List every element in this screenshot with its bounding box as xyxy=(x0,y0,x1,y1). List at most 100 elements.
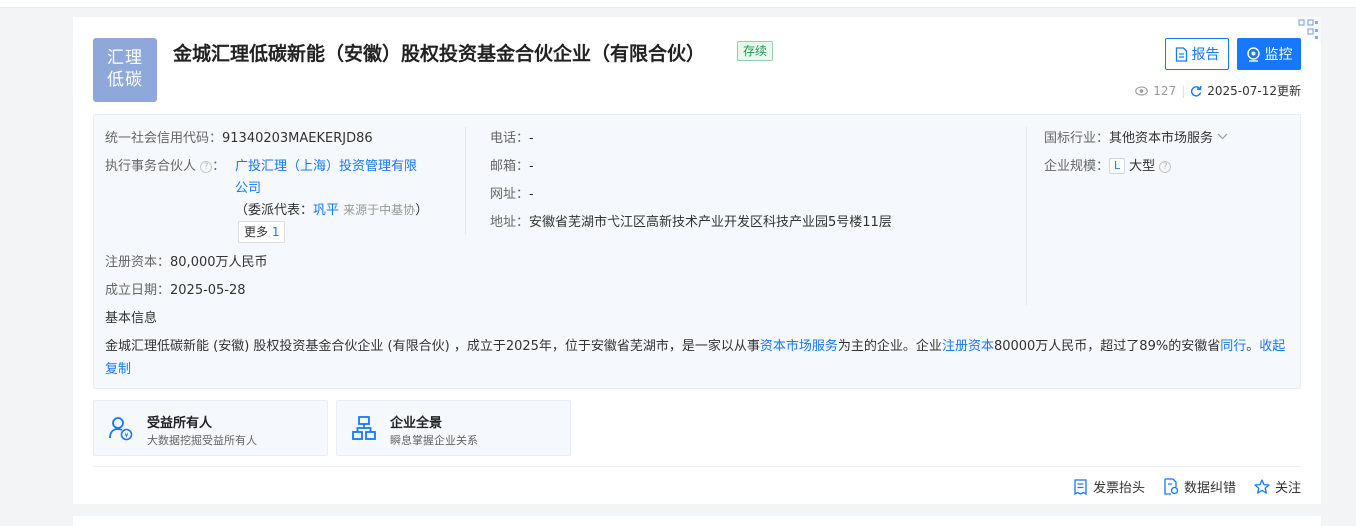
org-chart-icon xyxy=(352,416,376,440)
feature-title: 企业全景 xyxy=(390,416,443,431)
capital-label: 注册资本： xyxy=(105,255,171,270)
monitor-button[interactable]: 监控 xyxy=(1237,38,1301,70)
email-value: - xyxy=(529,159,534,174)
address-label: 地址： xyxy=(490,215,530,230)
bottom-actions: 发票抬头 数据纠错 关注 xyxy=(1073,477,1301,496)
rep-source: 来源于中基协 xyxy=(343,203,416,217)
star-icon xyxy=(1254,479,1270,494)
partner-label: 执行事务合伙人 xyxy=(105,159,197,174)
monitor-icon xyxy=(1246,46,1260,62)
partner-name-line1[interactable]: 广投汇理（上海）投资管理有限 xyxy=(235,155,417,174)
credit-code-value: 91340203MAEKERJD86 xyxy=(222,131,373,146)
invoice-icon xyxy=(1074,478,1087,495)
basic-info-heading: 基本信息 xyxy=(105,311,158,326)
desc-text-4: 。 xyxy=(1246,339,1260,354)
beneficiary-icon: ¥ xyxy=(109,417,133,441)
section-divider xyxy=(93,466,1301,467)
partner-link-line1[interactable]: 广投汇理（上海）投资管理有限 xyxy=(235,159,417,174)
info-panel: 统一社会信用代码：91340203MAEKERJD86 执行事务合伙人 ?： 广… xyxy=(93,114,1301,389)
desc-text-2: 为主的企业。企业 xyxy=(837,339,942,354)
chevron-down-icon[interactable] xyxy=(1217,133,1228,140)
industry-row[interactable]: 国标行业：其他资本市场服务 xyxy=(1044,127,1228,146)
rep-suffix: ） xyxy=(415,203,429,218)
feature-subtitle: 大数据挖掘受益所有人 xyxy=(147,434,257,447)
correction-action[interactable]: 数据纠错 xyxy=(1163,477,1236,496)
help-icon[interactable]: ? xyxy=(200,161,213,173)
website-label: 网址： xyxy=(490,187,530,202)
desc-link-capital[interactable]: 注册资本 xyxy=(942,339,994,354)
feature-subtitle: 瞬息掌握企业关系 xyxy=(390,434,478,447)
more-partners-button[interactable]: 更多 1 xyxy=(238,221,286,243)
report-button-label: 报告 xyxy=(1191,47,1220,63)
company-description: 金城汇理低碳新能 (安徽) 股权投资基金合伙企业 (有限合伙) ，成立于2025… xyxy=(105,335,1291,381)
column-divider-1 xyxy=(465,127,466,235)
phone-label: 电话： xyxy=(490,131,530,146)
date-value: 2025-05-28 xyxy=(170,283,246,298)
monitor-button-label: 监控 xyxy=(1264,47,1293,63)
copy-link[interactable]: 复制 xyxy=(105,362,131,377)
scale-badge: L xyxy=(1109,158,1126,174)
rep-name-link[interactable]: 巩平 xyxy=(313,203,339,218)
credit-code-row: 统一社会信用代码：91340203MAEKERJD86 xyxy=(105,127,373,146)
phone-value: - xyxy=(529,131,534,146)
partner-row: 执行事务合伙人 ?： xyxy=(105,159,226,174)
date-label: 成立日期： xyxy=(105,283,171,298)
invoice-action[interactable]: 发票抬头 xyxy=(1073,477,1145,496)
update-date: 2025-07-12更新 xyxy=(1207,84,1301,98)
desc-link-industry[interactable]: 资本市场服务 xyxy=(760,339,838,354)
basic-info-title: 基本信息 xyxy=(105,307,157,326)
email-row: 邮箱：- xyxy=(490,155,534,174)
logo-line-2: 低碳 xyxy=(107,70,143,90)
follow-label: 关注 xyxy=(1274,481,1301,496)
more-count: 1 xyxy=(271,225,280,239)
company-name: 金城汇理低碳新能（安徽）股权投资基金合伙企业（有限合伙） xyxy=(173,43,706,65)
feature-beneficiary[interactable]: ¥ 受益所有人 大数据挖掘受益所有人 xyxy=(93,400,328,456)
capital-row: 注册资本：80,000万人民币 xyxy=(105,251,268,270)
company-logo: 汇理 低碳 xyxy=(93,38,157,102)
collapse-link[interactable]: 收起 xyxy=(1259,339,1285,354)
rep-prefix: （委派代表： xyxy=(235,203,314,218)
view-count: 127 xyxy=(1153,83,1177,98)
desc-link-peers[interactable]: 同行 xyxy=(1220,339,1246,354)
address-value: 安徽省芜湖市弋江区高新技术产业开发区科技产业园5号楼11层 xyxy=(529,215,892,230)
invoice-label: 发票抬头 xyxy=(1092,481,1145,496)
date-row: 成立日期：2025-05-28 xyxy=(105,279,246,298)
refresh-icon xyxy=(1191,85,1202,96)
svg-text:¥: ¥ xyxy=(124,432,129,440)
data-correction-icon xyxy=(1164,478,1179,495)
credit-code-label: 统一社会信用代码： xyxy=(105,131,223,146)
status-badge: 存续 xyxy=(737,41,774,61)
phone-row: 电话：- xyxy=(490,127,534,146)
website-value: - xyxy=(529,187,534,202)
capital-value: 80,000万人民币 xyxy=(170,255,268,270)
industry-value: 其他资本市场服务 xyxy=(1109,131,1214,146)
column-divider-2 xyxy=(1026,127,1027,305)
document-icon xyxy=(1175,46,1187,62)
address-row: 地址：安徽省芜湖市弋江区高新技术产业开发区科技产业园5号楼11层 xyxy=(490,211,892,230)
help-icon[interactable]: ? xyxy=(1159,161,1172,173)
more-label: 更多 xyxy=(244,225,269,239)
scale-value: 大型 xyxy=(1129,159,1156,174)
report-button[interactable]: 报告 xyxy=(1165,38,1229,70)
scale-row: 企业规模： L 大型 ? xyxy=(1044,155,1172,174)
next-section-card xyxy=(73,516,1321,526)
follow-action[interactable]: 关注 xyxy=(1254,477,1301,496)
meta-separator: | xyxy=(1181,83,1186,98)
logo-line-1: 汇理 xyxy=(107,48,143,68)
feature-panorama[interactable]: 企业全景 瞬息掌握企业关系 xyxy=(336,400,571,456)
website-row: 网址：- xyxy=(490,183,534,202)
correction-label: 数据纠错 xyxy=(1183,481,1236,496)
email-label: 邮箱： xyxy=(490,159,530,174)
eye-icon xyxy=(1135,85,1149,96)
scale-label: 企业规模： xyxy=(1044,159,1110,174)
feature-title: 受益所有人 xyxy=(147,416,213,431)
partner-name-line2[interactable]: 公司 xyxy=(235,177,261,196)
company-header-card: 汇理 低碳 金城汇理低碳新能（安徽）股权投资基金合伙企业（有限合伙） 存续 报告… xyxy=(73,17,1321,504)
partner-link-line2[interactable]: 公司 xyxy=(235,181,261,196)
desc-text-3: 80000万人民币，超过了89%的安徽省 xyxy=(993,339,1221,354)
header-meta: 127 | 2025-07-12更新 xyxy=(1135,82,1301,99)
representative-row: （委派代表：巩平 来源于中基协） xyxy=(235,199,428,218)
industry-label: 国标行业： xyxy=(1044,131,1110,146)
top-bar xyxy=(0,0,1356,8)
desc-text-1: 金城汇理低碳新能 (安徽) 股权投资基金合伙企业 (有限合伙) ，成立于2025… xyxy=(105,339,760,354)
